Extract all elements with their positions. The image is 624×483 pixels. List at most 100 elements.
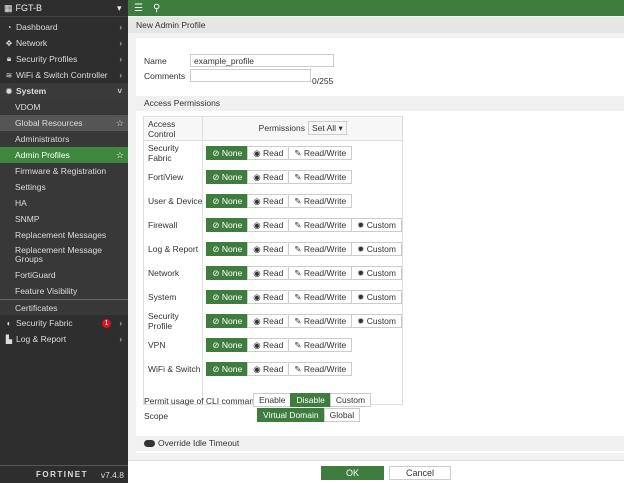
sidebar-item-security-fabric[interactable]: ◐ Security Fabric 1 › xyxy=(0,315,128,331)
pencil-icon: ✎ xyxy=(294,171,302,182)
sidebar-sub-certificates[interactable]: Certificates xyxy=(0,299,128,315)
read-button[interactable]: ◉ Read xyxy=(247,313,290,328)
sidebar-sub-replacement-messages[interactable]: Replacement Messages xyxy=(0,227,128,243)
read-button[interactable]: ◉ Read xyxy=(247,217,290,232)
none-button[interactable]: ⊘ None xyxy=(206,145,249,160)
pencil-icon: ✎ xyxy=(294,219,302,230)
row-name: System xyxy=(142,284,204,309)
table-row: Security Profile ⊘ None ◉ Read ✎ Read/Write… xyxy=(142,308,403,333)
none-button[interactable]: ⊘ None xyxy=(206,217,249,232)
sidebar-sub-settings[interactable]: Settings xyxy=(0,179,128,195)
cancel-button[interactable]: Cancel xyxy=(389,466,451,480)
read-button[interactable]: ◉ Read xyxy=(247,361,290,376)
top-bar: ☰ ⚲ xyxy=(128,0,624,16)
custom-button[interactable]: ✹ Custom xyxy=(351,313,402,328)
sidebar-item-dashboard[interactable]: ◔ Dashboard › xyxy=(0,19,128,35)
none-button[interactable]: ⊘ None xyxy=(206,337,249,352)
sidebar-item-security-profiles[interactable]: 🔒︎ Security Profiles › xyxy=(0,51,128,67)
gear-icon: ✹ xyxy=(357,243,365,254)
custom-button[interactable]: ✹ Custom xyxy=(351,217,402,232)
wifi-icon: ≋ xyxy=(5,70,13,80)
custom-button[interactable]: ✹ Custom xyxy=(351,265,402,280)
search-icon[interactable]: ⚲ xyxy=(153,3,160,14)
read-write-button[interactable]: ✎ Read/Write xyxy=(288,169,353,184)
read-button[interactable]: ◉ Read xyxy=(247,169,290,184)
lock-icon: 🔒︎ xyxy=(6,54,12,63)
comments-input[interactable] xyxy=(190,69,311,82)
sidebar-sub-administrators[interactable]: Administrators xyxy=(0,131,128,147)
none-button[interactable]: ⊘ None xyxy=(206,313,249,328)
read-button[interactable]: ◉ Read xyxy=(247,193,290,208)
none-button[interactable]: ⊘ None xyxy=(206,361,249,376)
sidebar-item-network[interactable]: ✥ Network › xyxy=(0,35,128,51)
sidebar-sub-feature-visibility[interactable]: Feature Visibility xyxy=(0,283,128,299)
version: v7.4.8 xyxy=(100,469,124,480)
set-all-dropdown[interactable]: Set All ▾ xyxy=(307,121,347,135)
scope-toggle: Virtual Domain Global xyxy=(257,408,361,422)
pencil-icon: ✎ xyxy=(294,147,302,158)
none-button[interactable]: ⊘ None xyxy=(206,289,249,304)
read-button[interactable]: ◉ Read xyxy=(247,289,290,304)
read-button[interactable]: ◉ Read xyxy=(247,337,290,352)
scope-global[interactable]: Global xyxy=(323,408,361,422)
sidebar-sub-replacement-message-groups[interactable]: Replacement Message Groups xyxy=(0,243,128,267)
read-button[interactable]: ◉ Read xyxy=(247,241,290,256)
device-header[interactable]: ▦ FGT-B ▾ xyxy=(0,0,128,17)
none-button[interactable]: ⊘ None xyxy=(206,193,249,208)
eye-icon: ◉ xyxy=(253,363,261,374)
cli-enable[interactable]: Enable xyxy=(253,393,292,407)
read-write-button[interactable]: ✎ Read/Write xyxy=(288,241,353,256)
ban-icon: ⊘ xyxy=(212,147,220,158)
menu-icon[interactable]: ☰ xyxy=(134,3,143,14)
read-write-button[interactable]: ✎ Read/Write xyxy=(288,289,353,304)
sidebar-sub-fortiguard[interactable]: FortiGuard xyxy=(0,267,128,283)
chevron-right-icon: › xyxy=(119,70,122,80)
eye-icon: ◉ xyxy=(253,219,261,230)
table-row: Security Fabric ⊘ None ◉ Read ✎ Read/Write xyxy=(142,140,403,165)
read-write-button[interactable]: ✎ Read/Write xyxy=(288,361,353,376)
cli-custom[interactable]: Custom xyxy=(329,393,372,407)
ban-icon: ⊘ xyxy=(212,291,220,302)
notification-badge: 1 xyxy=(102,318,111,328)
cli-disable[interactable]: Disable xyxy=(290,393,331,407)
ban-icon: ⊘ xyxy=(212,243,220,254)
read-button[interactable]: ◉ Read xyxy=(247,145,290,160)
toggle-switch[interactable] xyxy=(144,440,155,448)
row-name: WiFi & Switch xyxy=(142,356,204,381)
read-write-button[interactable]: ✎ Read/Write xyxy=(288,313,353,328)
star-icon[interactable]: ☆ xyxy=(116,118,124,129)
eye-icon: ◉ xyxy=(253,339,261,350)
row-name: FortiView xyxy=(142,164,204,189)
ok-button[interactable]: OK xyxy=(321,466,384,480)
read-write-button[interactable]: ✎ Read/Write xyxy=(288,337,353,352)
sidebar-sub-snmp[interactable]: SNMP xyxy=(0,211,128,227)
star-icon[interactable]: ☆ xyxy=(116,150,124,161)
row-permissions: ⊘ None ◉ Read ✎ Read/Write ✹ Custom xyxy=(202,284,403,309)
custom-button[interactable]: ✹ Custom xyxy=(351,289,402,304)
read-write-button[interactable]: ✎ Read/Write xyxy=(288,265,353,280)
sidebar-sub-vdom[interactable]: VDOM xyxy=(0,99,128,115)
sidebar-footer: FORTINET v7.4.8 xyxy=(0,465,128,483)
eye-icon: ◉ xyxy=(253,291,261,302)
sidebar-item-system[interactable]: ✹ System ˅ xyxy=(0,83,128,99)
sidebar-item-log-report[interactable]: ▙ Log & Report › xyxy=(0,331,128,347)
row-permissions: ⊘ None ◉ Read ✎ Read/Write ✹ Custom xyxy=(202,212,403,237)
sidebar-sub-admin-profiles[interactable]: Admin Profiles ☆ xyxy=(0,147,128,163)
read-write-button[interactable]: ✎ Read/Write xyxy=(288,145,353,160)
name-input[interactable] xyxy=(190,54,334,67)
sidebar-sub-ha[interactable]: HA xyxy=(0,195,128,211)
none-button[interactable]: ⊘ None xyxy=(206,241,249,256)
read-write-button[interactable]: ✎ Read/Write xyxy=(288,193,353,208)
sidebar-sub-firmware[interactable]: Firmware & Registration xyxy=(0,163,128,179)
sidebar-sub-global-resources[interactable]: Global Resources ☆ xyxy=(0,115,128,131)
chevron-right-icon: › xyxy=(119,334,122,344)
chevron-right-icon: › xyxy=(119,22,122,32)
none-button[interactable]: ⊘ None xyxy=(206,265,249,280)
custom-button[interactable]: ✹ Custom xyxy=(351,241,402,256)
read-write-button[interactable]: ✎ Read/Write xyxy=(288,217,353,232)
scope-virtual-domain[interactable]: Virtual Domain xyxy=(257,408,325,422)
read-button[interactable]: ◉ Read xyxy=(247,265,290,280)
sidebar-item-wifi[interactable]: ≋ WiFi & Switch Controller › xyxy=(0,67,128,83)
none-button[interactable]: ⊘ None xyxy=(206,169,249,184)
permissions-table: Access Control Permissions Set All ▾ Secu… xyxy=(142,116,403,405)
